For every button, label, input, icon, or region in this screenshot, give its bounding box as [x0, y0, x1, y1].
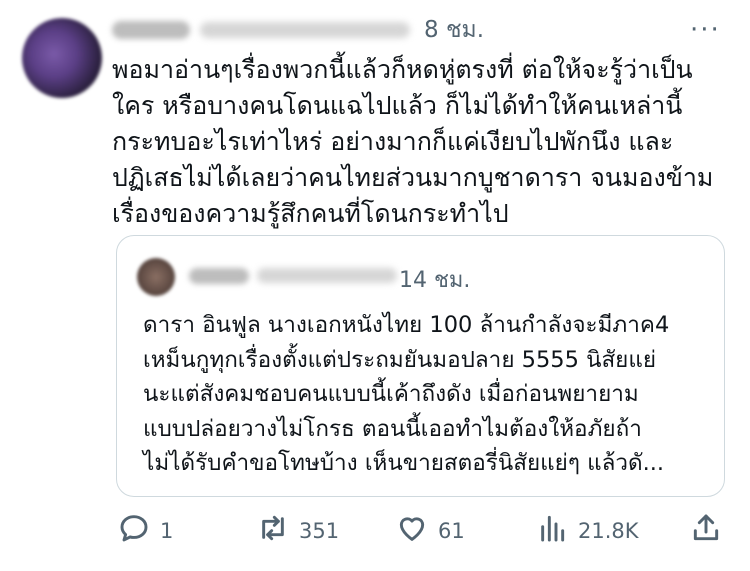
reply-button[interactable]: 1	[118, 512, 173, 549]
post-text-line: ใคร หรือบางคนโดนแฉไปแล้ว ก็ไม่ได้ทำให้คน…	[112, 91, 683, 120]
post-text-line: เรื่องของความรู้สึกคนที่โดนกระทำไป	[112, 199, 509, 228]
views-count: 21.8K	[578, 518, 639, 543]
more-options-icon[interactable]: ···	[690, 17, 721, 43]
quoted-text-line: เหม็นกูทุกเรื่องตั้งแต่ประถมยันมอปลาย 55…	[143, 346, 657, 373]
quoted-avatar	[137, 258, 175, 296]
reply-icon	[118, 512, 150, 549]
quoted-text-line: แบบปล่อยวางไม่โกรธ ตอนนี้เออทำไมต้องให้อ…	[143, 415, 642, 442]
quoted-post[interactable]: 14 ชม. ดารา อินฟูล นางเอกหนังไทย 100 ล้า…	[116, 235, 725, 497]
post-text-line: ปฏิเสธไม่ได้เลยว่าคนไทยส่วนมากบูชาดารา จ…	[112, 163, 714, 192]
quoted-text: ดารา อินฟูล นางเอกหนังไทย 100 ล้านกำลังจ…	[143, 308, 669, 481]
repost-button[interactable]: 351	[257, 512, 339, 549]
repost-icon	[257, 512, 289, 549]
post-avatar[interactable]	[22, 18, 102, 98]
author-handle-blurred[interactable]	[200, 22, 410, 38]
quoted-text-line: ดารา อินฟูล นางเอกหนังไทย 100 ล้านกำลังจ…	[143, 312, 670, 338]
quoted-author-name-blurred	[189, 268, 249, 284]
like-count: 61	[438, 518, 465, 543]
share-button[interactable]	[690, 512, 722, 549]
quoted-timestamp: 14 ชม.	[399, 268, 471, 293]
quoted-text-line: นะแต่สังคมชอบคนแบบนี้เค้าถึงดัง เมื่อก่อ…	[143, 381, 639, 407]
post-text-line: พอมาอ่านๆเรื่องพวกนี้แล้วก็หดหู่ตรงที่ ต…	[112, 55, 693, 84]
share-icon	[690, 512, 722, 549]
action-bar: 1 351 61 21.8K	[0, 512, 750, 552]
post-header: 8 ชม.	[112, 14, 484, 46]
views-button[interactable]: 21.8K	[536, 512, 639, 549]
reply-count: 1	[160, 518, 174, 543]
post-text: พอมาอ่านๆเรื่องพวกนี้แล้วก็หดหู่ตรงที่ ต…	[112, 52, 732, 232]
repost-count: 351	[299, 518, 340, 543]
quoted-text-line: ไม่ได้รับคำขอโทษบ้าง เห็นขายสตอรี่นิสัยแ…	[143, 450, 665, 476]
author-name-blurred[interactable]	[112, 21, 190, 39]
like-icon	[396, 512, 428, 549]
views-icon	[536, 512, 568, 549]
quoted-author-handle-blurred	[257, 268, 397, 283]
post-text-line: กระทบอะไรเท่าไหร่ อย่างมากก็แค่เงียบไปพั…	[112, 127, 674, 156]
like-button[interactable]: 61	[396, 512, 465, 549]
post-timestamp[interactable]: 8 ชม.	[424, 12, 484, 48]
